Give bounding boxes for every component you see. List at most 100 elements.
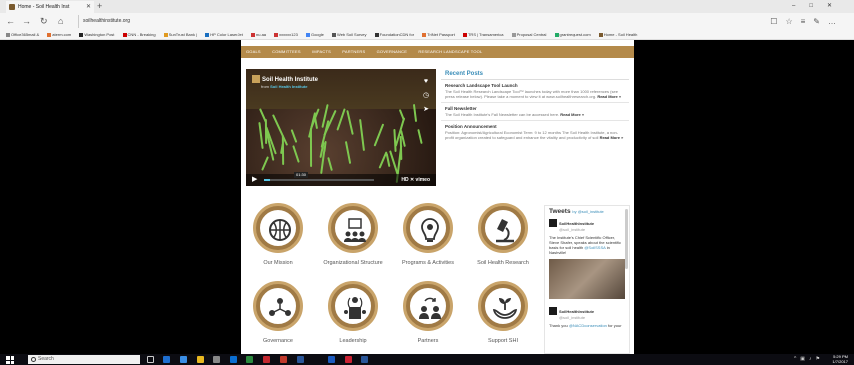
file-explorer-icon[interactable] (197, 356, 204, 363)
favorite-item[interactable]: Proposal Central (511, 32, 546, 37)
bookmark-icon (462, 33, 467, 37)
home-icon[interactable]: ⌂ (58, 15, 63, 28)
organizational-structure-link[interactable]: Organizational Structure (323, 203, 383, 266)
pdf-icon[interactable] (280, 356, 287, 363)
tweet-handle[interactable]: @soil_institute (559, 315, 585, 320)
bookmark-icon (422, 33, 427, 37)
word-icon[interactable] (297, 356, 304, 363)
close-tab-icon[interactable]: ✕ (86, 1, 91, 13)
favorite-item[interactable]: HP Color LaserJet (205, 32, 243, 37)
edge-icon[interactable] (163, 356, 170, 363)
clock-icon[interactable]: ◷ (422, 89, 430, 103)
refresh-icon[interactable]: ↻ (40, 15, 48, 28)
menu-item-impacts[interactable]: IMPACTS (312, 49, 331, 54)
powerpoint-icon[interactable] (345, 356, 352, 363)
menu-item-partners[interactable]: PARTNERS (342, 49, 365, 54)
task-view-icon[interactable] (147, 356, 154, 363)
lightbulb-head-icon (421, 218, 439, 242)
favorite-item[interactable]: FoundationCDN for (374, 32, 414, 37)
favorite-item[interactable]: Web Soil Survey (332, 32, 367, 37)
post-title[interactable]: Position Announcement (445, 124, 625, 129)
tweet-mention-link[interactable]: @SoilSSSA (584, 245, 605, 250)
window-controls[interactable]: ‒□✕ (792, 0, 846, 12)
outlook-icon[interactable] (230, 356, 237, 363)
avatar[interactable] (549, 219, 557, 227)
favorite-item[interactable]: Office365mail & (6, 32, 39, 37)
favorite-item[interactable]: Washington Post (79, 32, 114, 37)
menu-item-goals[interactable]: GOALS (246, 49, 261, 54)
read-more-link[interactable]: Read More » (560, 112, 584, 117)
network-people-icon (269, 298, 291, 316)
read-more-link[interactable]: Read More » (600, 135, 624, 140)
browser-tools[interactable]: ☐☆≡✎… (770, 15, 844, 28)
bookmark-icon (274, 33, 279, 37)
recent-posts: Recent Posts Research Landscape Tool Lau… (441, 69, 629, 186)
our-mission-link[interactable]: Our Mission (248, 203, 308, 266)
governance-link[interactable]: Governance (248, 281, 308, 344)
url-input[interactable]: soilhealthinstitute.org (78, 15, 768, 28)
video-player[interactable]: Soil Health Institute from Soil Health I… (246, 69, 436, 186)
forward-arrow-icon[interactable]: → (22, 15, 31, 28)
bookmark-icon (6, 33, 10, 37)
institute-logo-icon (252, 75, 260, 83)
store-icon[interactable] (213, 356, 220, 363)
post-item: Position Announcement Position: Agronomi… (441, 121, 629, 143)
back-arrow-icon[interactable]: ← (6, 15, 15, 28)
menu-item-committees[interactable]: COMMITTEES (272, 49, 301, 54)
bookmark-icon (122, 33, 127, 37)
favorite-item[interactable]: CNN - Breaking (122, 32, 156, 37)
programs-activities-link[interactable]: Programs & Activities (398, 203, 458, 266)
taskbar-search-input[interactable]: Search (28, 355, 140, 364)
video-channel-link[interactable]: Soil Health Institute (270, 84, 307, 89)
favorite-item[interactable]: xxxxxx123 (274, 32, 298, 37)
app-icon[interactable] (328, 356, 335, 363)
video-control-icons[interactable]: HD ✕ vimeo (401, 174, 430, 186)
system-tray[interactable]: ^▣♪⚑ (794, 356, 824, 362)
windows-start-icon[interactable] (6, 356, 14, 364)
tweet-mention-link[interactable]: @NACDconservation (569, 323, 607, 328)
favorite-item[interactable]: TRS | Transamerica (462, 32, 503, 37)
tab-title: Home - Soil Health Inst (18, 4, 70, 10)
post-item: Fall Newsletter The Soil Health Institut… (441, 103, 629, 121)
favorite-item[interactable]: SunTrust Bank | (163, 32, 197, 37)
support-shi-link[interactable]: Support SHI (473, 281, 533, 344)
favorite-item[interactable]: Google (305, 32, 324, 37)
favorite-item[interactable]: grantrequest.com (554, 32, 591, 37)
bookmark-icon (511, 33, 516, 37)
tweet-photo[interactable] (549, 259, 625, 299)
soil-health-research-link[interactable]: Soil Health Research (473, 203, 533, 266)
favorite-item[interactable]: aterm.com (47, 32, 71, 37)
post-title[interactable]: Research Landscape Tool Launch (445, 83, 625, 88)
excel-icon[interactable] (246, 356, 253, 363)
acrobat-icon[interactable] (263, 356, 270, 363)
tweet-author[interactable]: SoilHealthInstitute (559, 221, 594, 226)
read-more-link[interactable]: Read More » (597, 94, 621, 99)
favorite-item[interactable]: Home - Soil Health (598, 32, 637, 37)
bookmark-icon (47, 33, 52, 37)
video-title: Soil Health Institute (252, 75, 318, 83)
word-doc-icon[interactable] (361, 356, 368, 363)
menu-item-research-landscape-tool[interactable]: RESEARCH LANDSCAPE TOOL (418, 49, 482, 54)
video-side-icons: ♥ ◷ ➤ (422, 75, 430, 117)
favorite-item[interactable]: TriNet Passport (422, 32, 455, 37)
recent-posts-heading: Recent Posts (441, 69, 629, 80)
browser-tab[interactable]: Home - Soil Health Inst ✕ (6, 1, 94, 13)
org-chart-icon (344, 218, 366, 242)
partners-link[interactable]: Partners (398, 281, 458, 344)
heart-icon[interactable]: ♥ (422, 75, 430, 89)
taskbar-clock[interactable]: 5:29 PM 1/7/2017 (832, 354, 848, 364)
favorite-item[interactable]: nu.aa (251, 32, 266, 37)
tweet-handle[interactable]: @soil_institute (559, 227, 585, 232)
share-icon[interactable]: ➤ (422, 103, 430, 117)
menu-item-governance[interactable]: GOVERNANCE (377, 49, 407, 54)
video-time: 01:30 (294, 172, 309, 178)
tweet-author[interactable]: SoilHealthInstitute (559, 309, 594, 314)
video-progress-bar[interactable]: 01:30 (264, 172, 374, 181)
new-tab-button[interactable]: + (97, 0, 102, 12)
tweets-by-link[interactable]: by @soil_institute (572, 209, 603, 214)
play-icon[interactable]: ▶ (252, 174, 257, 186)
avatar[interactable] (549, 307, 557, 315)
post-title[interactable]: Fall Newsletter (445, 106, 625, 111)
leadership-link[interactable]: Leadership (323, 281, 383, 344)
ie-icon[interactable] (180, 356, 187, 363)
